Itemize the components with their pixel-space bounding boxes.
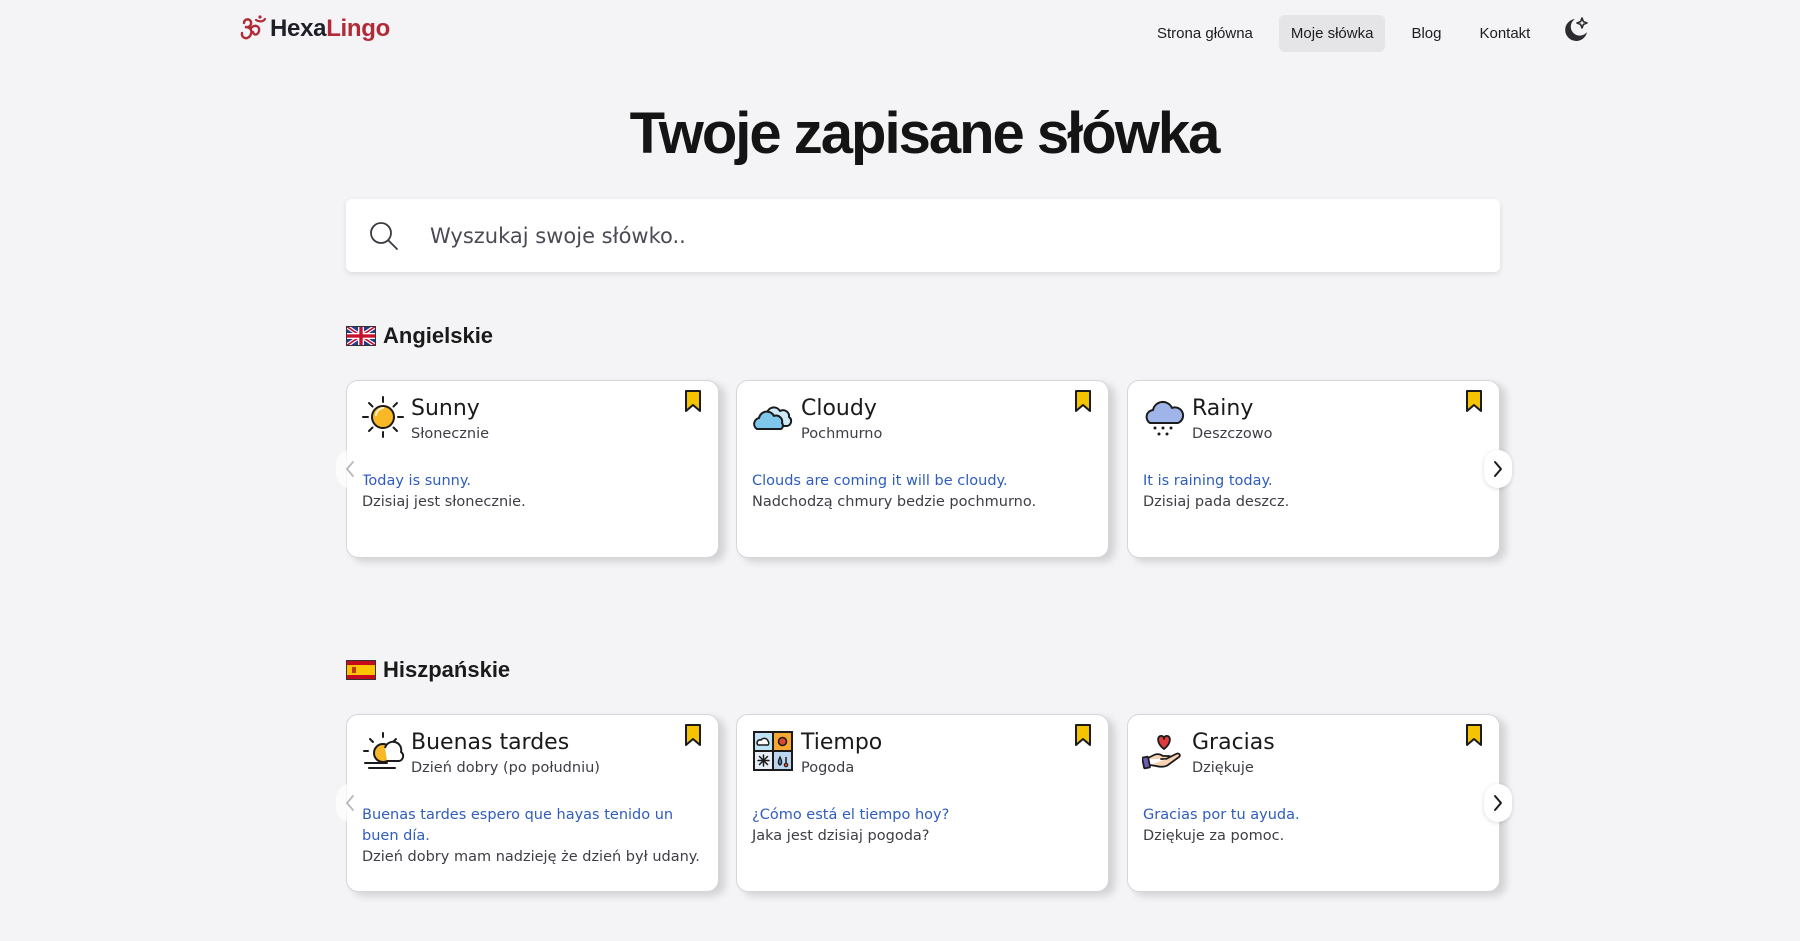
brand-logo[interactable]: Hexa Lingo bbox=[238, 14, 390, 44]
nav-item-blog[interactable]: Blog bbox=[1399, 15, 1453, 52]
card-header: Cloudy Pochmurno bbox=[751, 395, 882, 442]
example-sentence: Buenas tardes espero que hayas tenido un… bbox=[362, 807, 674, 844]
search-bar bbox=[346, 199, 1500, 272]
card-example: It is raining today. Dzisiaj pada deszcz… bbox=[1143, 471, 1483, 513]
carousel-next-button[interactable] bbox=[1484, 784, 1512, 822]
card-word: Cloudy bbox=[801, 396, 877, 421]
card-translation: Dzień dobry (po południu) bbox=[411, 760, 600, 776]
card-words: Sunny Słonecznie bbox=[411, 395, 489, 442]
example-sentence: Clouds are coming it will be cloudy. bbox=[752, 473, 1008, 489]
word-card[interactable]: Gracias Dziękuje Gracias por tu ayuda. D… bbox=[1127, 714, 1500, 892]
page-title: Twoje zapisane słówka bbox=[629, 101, 1221, 166]
word-carousel-spanish: Buenas tardes Dzień dobry (po południu) … bbox=[336, 714, 1512, 894]
card-word: Tiempo bbox=[801, 730, 883, 755]
card-header: Tiempo Pogoda bbox=[751, 729, 882, 776]
word-card[interactable]: Rainy Deszczowo It is raining today. Dzi… bbox=[1127, 380, 1500, 558]
card-translation: Dziękuje bbox=[1192, 760, 1254, 776]
search-input[interactable] bbox=[428, 222, 1328, 249]
example-translation: Dzień dobry mam nadzieję że dzień był ud… bbox=[362, 849, 700, 865]
example-sentence: Gracias por tu ayuda. bbox=[1143, 807, 1300, 823]
card-translation: Pochmurno bbox=[801, 426, 883, 442]
bookmark-icon[interactable] bbox=[1465, 389, 1483, 413]
nav-item-contact[interactable]: Kontakt bbox=[1467, 15, 1542, 52]
card-word: Sunny bbox=[411, 396, 480, 421]
heart-hand-icon bbox=[1142, 735, 1181, 770]
word-carousel-english: Sunny Słonecznie Today is sunny. Dzisiaj… bbox=[336, 380, 1512, 560]
section-title-english: Angielskie bbox=[346, 322, 1500, 350]
bookmark-icon[interactable] bbox=[684, 723, 702, 747]
chevron-right-icon bbox=[1494, 461, 1502, 477]
search-icon bbox=[370, 221, 398, 250]
navbar: Hexa Lingo Strona główna Moje słówka Blog… bbox=[0, 0, 1800, 64]
main-nav: Strona główna Moje słówka Blog Kontakt bbox=[1145, 15, 1556, 52]
card-translation: Deszczowo bbox=[1192, 426, 1273, 442]
chevron-right-icon bbox=[1494, 795, 1502, 811]
card-words: Gracias Dziękuje bbox=[1192, 729, 1275, 776]
chevron-left-icon bbox=[346, 461, 354, 477]
spain-flag-icon bbox=[346, 660, 376, 680]
card-header: Buenas tardes Dzień dobry (po południu) bbox=[361, 729, 600, 776]
cloud-icon bbox=[753, 406, 793, 430]
word-card[interactable]: Cloudy Pochmurno Clouds are coming it wi… bbox=[736, 380, 1109, 558]
section-label: Hiszpańskie bbox=[383, 657, 511, 682]
card-words: Rainy Deszczowo bbox=[1192, 395, 1272, 442]
rain-cloud-icon bbox=[1145, 400, 1185, 436]
sun-icon bbox=[362, 396, 404, 438]
card-header: Sunny Słonecznie bbox=[361, 395, 489, 442]
brand-name-hexa: Hexa bbox=[270, 15, 327, 42]
word-card[interactable]: Tiempo Pogoda ¿Cómo está el tiempo hoy? … bbox=[736, 714, 1109, 892]
example-translation: Nadchodzą chmury bedzie pochmurno. bbox=[752, 494, 1037, 510]
word-card[interactable]: Sunny Słonecznie Today is sunny. Dzisiaj… bbox=[346, 380, 719, 558]
brand-name-lingo: Lingo bbox=[326, 15, 390, 42]
chevron-left-icon bbox=[346, 795, 354, 811]
carousel-next-button[interactable] bbox=[1484, 450, 1512, 488]
card-example: Gracias por tu ayuda. Dziękuje za pomoc. bbox=[1143, 805, 1483, 847]
bookmark-icon[interactable] bbox=[684, 389, 702, 413]
moon-star-icon[interactable] bbox=[1560, 14, 1592, 46]
card-word: Gracias bbox=[1192, 730, 1275, 755]
section-label: Angielskie bbox=[383, 323, 494, 348]
card-translation: Pogoda bbox=[801, 760, 855, 776]
example-sentence: Today is sunny. bbox=[362, 473, 471, 489]
example-translation: Dzisiaj pada deszcz. bbox=[1143, 494, 1290, 510]
section-title-spanish: Hiszpańskie bbox=[346, 656, 1500, 684]
section-spanish: Hiszpańskie Buenas tardes Dzień dobry (p… bbox=[336, 656, 1512, 894]
example-translation: Dziękuje za pomoc. bbox=[1143, 828, 1285, 844]
card-example: Today is sunny. Dzisiaj jest słonecznie. bbox=[362, 471, 702, 513]
example-translation: Dzisiaj jest słonecznie. bbox=[362, 494, 526, 510]
bookmark-icon[interactable] bbox=[1074, 389, 1092, 413]
example-sentence: It is raining today. bbox=[1143, 473, 1273, 489]
card-example: Buenas tardes espero que hayas tenido un… bbox=[362, 805, 702, 868]
word-card[interactable]: Buenas tardes Dzień dobry (po południu) … bbox=[346, 714, 719, 892]
card-header: Gracias Dziękuje bbox=[1142, 729, 1275, 776]
card-words: Buenas tardes Dzień dobry (po południu) bbox=[411, 729, 600, 776]
uk-flag-icon bbox=[346, 326, 376, 346]
card-example: ¿Cómo está el tiempo hoy? Jaka jest dzis… bbox=[752, 805, 1092, 847]
bookmark-icon[interactable] bbox=[1465, 723, 1483, 747]
example-sentence: ¿Cómo está el tiempo hoy? bbox=[752, 807, 950, 823]
card-word: Rainy bbox=[1192, 396, 1254, 421]
card-header: Rainy Deszczowo bbox=[1142, 395, 1272, 442]
card-words: Tiempo Pogoda bbox=[801, 729, 882, 776]
sunset-icon bbox=[363, 732, 405, 769]
card-translation: Słonecznie bbox=[411, 426, 490, 442]
carousel-prev-button[interactable] bbox=[336, 450, 364, 488]
nav-item-my-words[interactable]: Moje słówka bbox=[1278, 15, 1386, 52]
section-english: Angielskie Sunny Słonecznie Today is sun… bbox=[336, 322, 1512, 560]
card-words: Cloudy Pochmurno bbox=[801, 395, 882, 442]
carousel-prev-button[interactable] bbox=[336, 784, 364, 822]
weather-grid-icon bbox=[753, 731, 793, 771]
nav-item-home[interactable]: Strona główna bbox=[1145, 15, 1265, 52]
card-word: Buenas tardes bbox=[411, 730, 570, 755]
bookmark-icon[interactable] bbox=[1074, 723, 1092, 747]
example-translation: Jaka jest dzisiaj pogoda? bbox=[752, 828, 930, 844]
card-example: Clouds are coming it will be cloudy. Nad… bbox=[752, 471, 1092, 513]
om-symbol-icon bbox=[240, 15, 267, 40]
